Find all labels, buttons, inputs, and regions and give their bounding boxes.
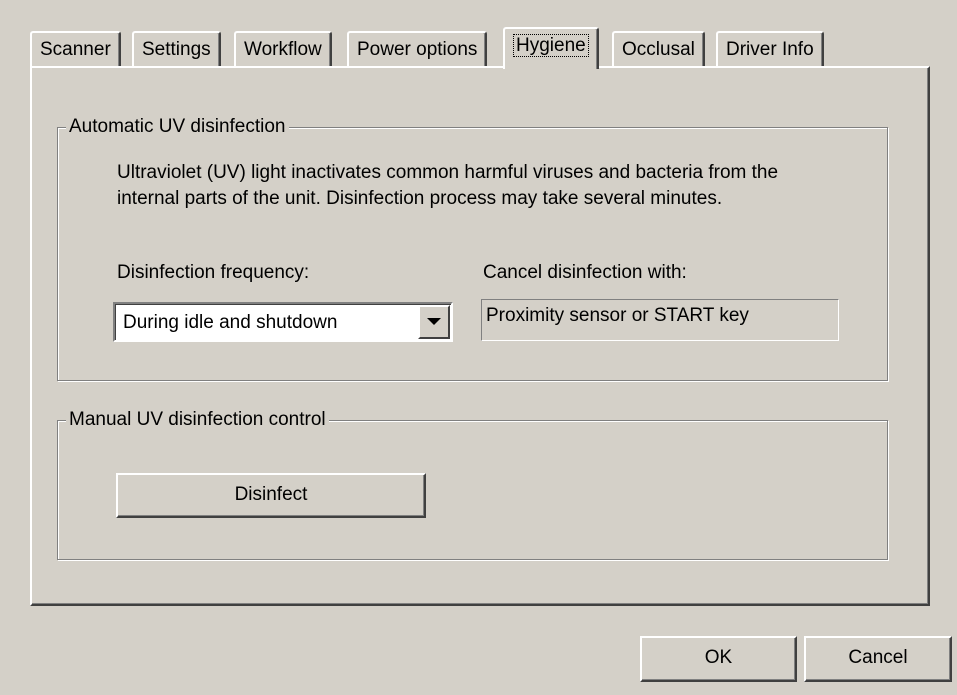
- cancel-disinfection-value: Proximity sensor or START key: [486, 305, 749, 326]
- dropdown-button[interactable]: [418, 305, 450, 339]
- tab-hygiene-label: Hygiene: [513, 34, 589, 57]
- cancel-button[interactable]: Cancel: [804, 636, 952, 682]
- tab-driver-info-label: Driver Info: [726, 39, 814, 60]
- chevron-down-icon: [427, 318, 441, 325]
- uv-description-line-2: internal parts of the unit. Disinfection…: [117, 188, 723, 209]
- properties-dialog: Scanner Settings Workflow Power options …: [0, 0, 957, 695]
- ok-button-label: OK: [704, 647, 733, 668]
- automatic-uv-disinfection-legend: Automatic UV disinfection: [66, 115, 289, 139]
- disinfection-frequency-label: Disinfection frequency:: [117, 262, 310, 283]
- tab-scanner[interactable]: Scanner: [30, 31, 121, 67]
- cancel-disinfection-label: Cancel disinfection with:: [483, 262, 687, 283]
- tab-occlusal[interactable]: Occlusal: [612, 31, 705, 67]
- disinfection-frequency-dropdown[interactable]: During idle and shutdown: [113, 302, 453, 342]
- tab-power-options[interactable]: Power options: [347, 31, 488, 67]
- tab-settings[interactable]: Settings: [132, 31, 221, 67]
- disinfect-button[interactable]: Disinfect: [116, 473, 426, 518]
- cancel-disinfection-field: Proximity sensor or START key: [481, 299, 839, 341]
- tab-workflow-label: Workflow: [244, 39, 322, 60]
- ok-button[interactable]: OK: [640, 636, 797, 682]
- uv-description-line-1: Ultraviolet (UV) light inactivates commo…: [117, 162, 779, 183]
- tab-scanner-label: Scanner: [40, 39, 111, 60]
- tab-workflow[interactable]: Workflow: [234, 31, 332, 67]
- tab-hygiene[interactable]: Hygiene: [503, 27, 599, 69]
- tab-power-options-label: Power options: [357, 39, 478, 60]
- tab-driver-info[interactable]: Driver Info: [716, 31, 824, 67]
- tab-occlusal-label: Occlusal: [622, 39, 695, 60]
- manual-uv-disinfection-legend: Manual UV disinfection control: [66, 408, 329, 432]
- disinfection-frequency-value: During idle and shutdown: [123, 312, 338, 333]
- tab-settings-label: Settings: [142, 39, 211, 60]
- cancel-button-label: Cancel: [848, 647, 908, 668]
- disinfect-button-label: Disinfect: [234, 484, 308, 505]
